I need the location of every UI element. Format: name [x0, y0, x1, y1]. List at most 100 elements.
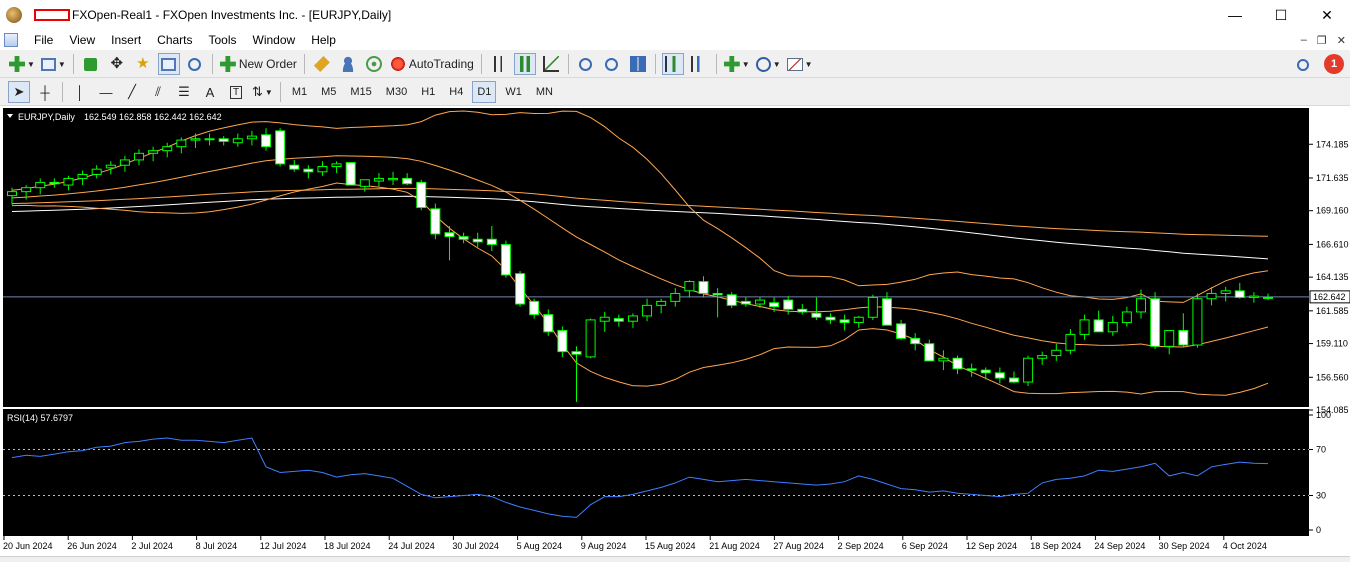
maximize-button[interactable]: ☐: [1258, 0, 1304, 30]
timeframe-m30[interactable]: M30: [381, 81, 412, 103]
window-title: FXOpen-Real1 - FXOpen Investments Inc. -…: [72, 8, 392, 22]
trendline-button[interactable]: ╱: [121, 81, 143, 103]
text-a-icon: A: [205, 84, 215, 100]
line-chart-button[interactable]: [540, 53, 562, 75]
chart-shift-button[interactable]: [688, 53, 710, 75]
candle-body: [726, 294, 737, 306]
candle-body: [529, 300, 540, 316]
vps-button[interactable]: [363, 53, 385, 75]
chart-window[interactable]: EURJPY,Daily 162.549 162.858 162.442 162…: [0, 106, 1350, 556]
arrows-button[interactable]: ⇅ ▼: [251, 81, 274, 103]
menu-view[interactable]: View: [61, 30, 103, 50]
metaeditor-button[interactable]: [311, 53, 333, 75]
new-chart-button[interactable]: ▼: [8, 53, 36, 75]
candle-body: [317, 166, 328, 173]
autoscroll-icon: [664, 56, 681, 72]
menu-tools[interactable]: Tools: [201, 30, 245, 50]
chart-shift-icon: [690, 56, 707, 72]
crosshair-target-icon: ✥: [110, 55, 124, 72]
mdi-restore-button[interactable]: ❐: [1317, 34, 1327, 47]
cursor-tool-button[interactable]: ➤: [8, 81, 30, 103]
text-label-icon: T: [229, 85, 243, 99]
candle-body: [769, 302, 780, 308]
indicators-button[interactable]: ▼: [723, 53, 751, 75]
menu-help[interactable]: Help: [303, 30, 344, 50]
menu-file[interactable]: File: [26, 30, 61, 50]
candle-body: [1135, 298, 1146, 313]
navigator-button[interactable]: ★: [132, 53, 154, 75]
broadcast-icon: [365, 56, 382, 72]
candle-body: [1178, 329, 1189, 346]
date-axis-label: 15 Aug 2024: [645, 541, 696, 551]
vertical-line-button[interactable]: │: [69, 81, 91, 103]
candle-body: [1023, 357, 1034, 383]
mdi-minimize-button[interactable]: –: [1301, 34, 1307, 46]
market-watch-button[interactable]: [80, 53, 102, 75]
horizontal-line-button[interactable]: —: [95, 81, 117, 103]
timeframe-h4[interactable]: H4: [444, 81, 468, 103]
document-icon[interactable]: [4, 33, 18, 47]
rsi-panel[interactable]: [3, 409, 1309, 536]
data-window-button[interactable]: ✥: [106, 53, 128, 75]
timeframe-mn[interactable]: MN: [531, 81, 558, 103]
periods-button[interactable]: ▼: [755, 53, 782, 75]
timeframe-d1[interactable]: D1: [472, 81, 497, 103]
strategy-tester-button[interactable]: [184, 53, 206, 75]
candlestick-button[interactable]: [513, 53, 536, 75]
equidistant-channel-button[interactable]: ⫽: [147, 81, 169, 103]
autoscroll-button[interactable]: [661, 53, 684, 75]
timeframe-m1[interactable]: M1: [287, 81, 312, 103]
terminal-button[interactable]: [157, 53, 180, 75]
standard-toolbar: ▼ ▼ ✥ ★ New Order AutoTrading ▼ ▼ ▼ 1: [0, 51, 1350, 78]
new-order-button[interactable]: New Order: [219, 53, 298, 75]
price-chart[interactable]: EURJPY,Daily 162.549 162.858 162.442 162…: [0, 106, 1350, 556]
profiles-button[interactable]: ▼: [40, 53, 67, 75]
minimize-button[interactable]: —: [1212, 0, 1258, 30]
candle-body: [261, 134, 272, 148]
menu-charts[interactable]: Charts: [149, 30, 200, 50]
timeframe-h1[interactable]: H1: [416, 81, 440, 103]
toolbar-separator: [72, 54, 74, 74]
candle-body: [627, 315, 638, 322]
date-axis-label: 24 Jul 2024: [388, 541, 435, 551]
toolbar-separator: [480, 54, 482, 74]
text-tool-button[interactable]: A: [199, 81, 221, 103]
metaeditor-icon: [313, 56, 330, 72]
star-folder-icon: ★: [136, 55, 150, 72]
main-chart-panel[interactable]: [3, 108, 1309, 407]
candle-body: [938, 357, 949, 362]
zoom-out-icon: [605, 57, 619, 71]
candle-body: [839, 319, 850, 324]
timeframe-w1[interactable]: W1: [500, 81, 527, 103]
close-button[interactable]: ✕: [1304, 0, 1350, 30]
chevron-down-icon: ▼: [27, 59, 35, 69]
date-axis-label: 5 Aug 2024: [517, 541, 563, 551]
clock-icon: [755, 56, 771, 72]
timeframe-m5[interactable]: M5: [316, 81, 341, 103]
candle-body: [1263, 296, 1273, 299]
fibonacci-button[interactable]: ☰: [173, 81, 195, 103]
timeframe-m15[interactable]: M15: [345, 81, 376, 103]
candle-body: [7, 191, 17, 197]
candle-body: [811, 312, 822, 318]
templates-button[interactable]: ▼: [786, 53, 814, 75]
zoom-in-button[interactable]: [575, 53, 597, 75]
text-label-button[interactable]: T: [225, 81, 247, 103]
search-button[interactable]: [1292, 54, 1314, 76]
vertical-line-icon: │: [75, 84, 85, 100]
tile-windows-button[interactable]: [627, 53, 649, 75]
crosshair-tool-button[interactable]: ┼: [34, 81, 56, 103]
menu-insert[interactable]: Insert: [103, 30, 149, 50]
auto-trading-button[interactable]: AutoTrading: [389, 53, 475, 75]
toolbar-separator: [303, 54, 305, 74]
candle-body: [345, 162, 356, 186]
zoom-out-button[interactable]: [601, 53, 623, 75]
candle-body: [289, 164, 300, 170]
notification-badge[interactable]: 1: [1324, 54, 1344, 74]
mdi-close-button[interactable]: ✕: [1337, 34, 1346, 47]
signals-button[interactable]: [337, 53, 359, 75]
date-axis-label: 24 Sep 2024: [1094, 541, 1145, 551]
indicators-icon: [723, 56, 740, 72]
menu-window[interactable]: Window: [245, 30, 304, 50]
bar-chart-button[interactable]: [488, 53, 510, 75]
